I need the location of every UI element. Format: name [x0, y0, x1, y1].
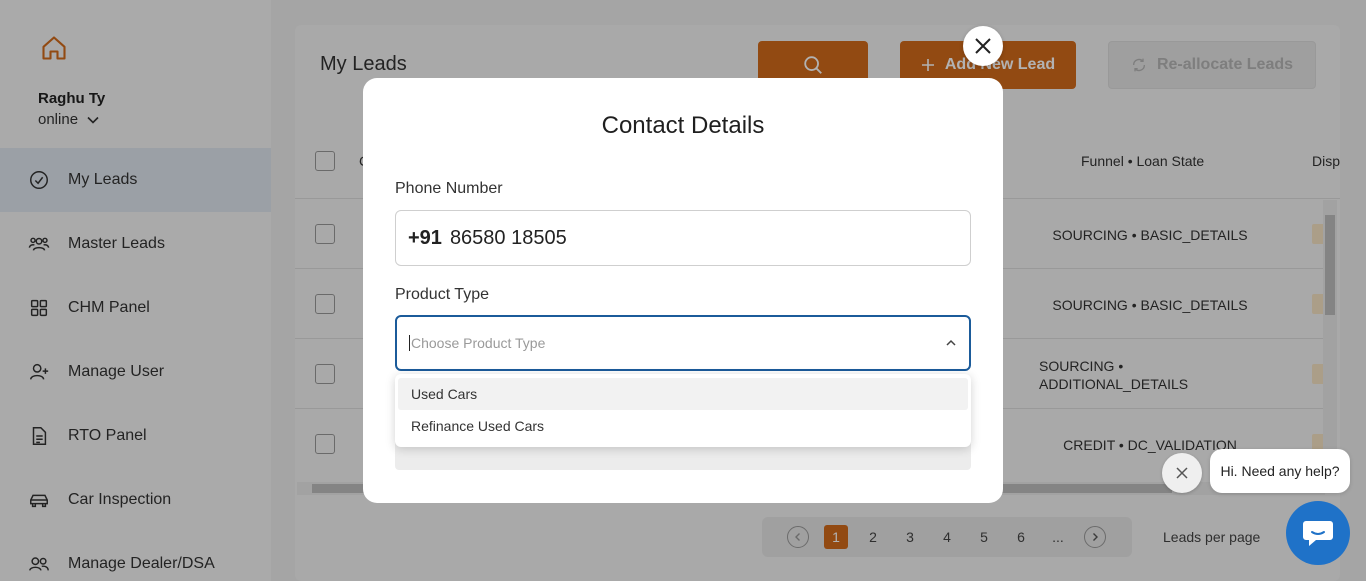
dismiss-chat-button[interactable]: [1162, 453, 1202, 493]
phone-number-value: 86580 18505: [449, 226, 567, 249]
product-type-dropdown: Used Cars Refinance Used Cars: [395, 374, 971, 447]
close-icon: [975, 38, 991, 54]
chat-greeting-bubble[interactable]: Hi. Need any help?: [1210, 449, 1350, 493]
product-type-label: Product Type: [395, 286, 489, 303]
chat-icon: [1303, 521, 1333, 546]
country-code: +91: [408, 226, 442, 249]
close-modal-button[interactable]: [963, 26, 1003, 66]
option-refinance-used-cars[interactable]: Refinance Used Cars: [398, 410, 968, 442]
product-type-placeholder: Choose Product Type: [409, 335, 546, 351]
product-type-select[interactable]: Choose Product Type: [395, 315, 971, 371]
contact-details-modal: Contact Details Phone Number +91 86580 1…: [363, 78, 1003, 503]
phone-number-label: Phone Number: [395, 180, 503, 197]
phone-number-field[interactable]: +91 86580 18505: [395, 210, 971, 266]
chat-launcher-button[interactable]: [1286, 501, 1350, 565]
modal-title: Contact Details: [601, 112, 765, 139]
close-icon: [1176, 467, 1188, 479]
option-used-cars[interactable]: Used Cars: [398, 378, 968, 410]
chevron-up-icon: [946, 339, 956, 346]
